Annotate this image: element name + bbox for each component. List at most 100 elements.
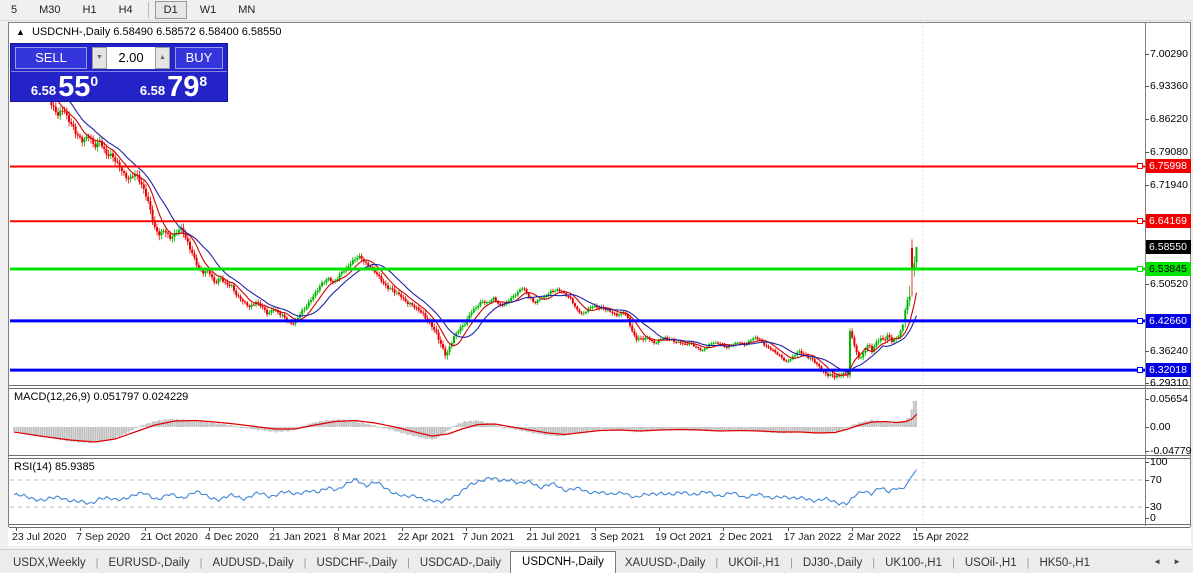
price-axis-tick [1145,382,1149,384]
price-axis-label: 70 [1150,474,1162,486]
date-label: 23 Jul 2020 [12,531,67,543]
date-label: 7 Jun 2021 [462,531,515,543]
price-axis-tick [1145,518,1149,519]
date-axis: 23 Jul 2020 7 Sep 2020 21 Oct 2020 4 Dec 20… [8,527,1191,546]
price-axis-label: 0 [1150,512,1156,524]
price-axis-label: 6.36240 [1150,344,1188,357]
tab-item-xauusd-[interactable]: XAUUSD-,Daily [616,554,715,573]
timeframe-button-mn[interactable]: MN [229,1,264,19]
buy-button[interactable]: BUY [175,46,223,69]
date-label: 4 Dec 2020 [204,531,259,543]
price-axis-label: 6.71940 [1150,179,1188,192]
level-line-handle[interactable] [1137,317,1143,324]
sell-button[interactable]: SELL [15,46,87,69]
rsi-pane-label: RSI(14) 85.9385 [14,461,95,473]
level-line-handle[interactable] [1137,218,1143,225]
price-axis-tick [1145,427,1149,428]
tab-item-eurusd-[interactable]: EURUSD-,Daily [100,554,199,573]
timeframe-toolbar: 5 M30 H1 H4 D1 W1 MN [0,0,1193,21]
price-axis-label: 0.05654 [1150,392,1188,405]
one-click-trade-panel: SELL ▼ ▲ BUY 6.58 55 0 6.58 79 8 [10,43,228,102]
date-label: 21 Jan 2021 [269,531,327,543]
date-label: 21 Jul 2021 [526,531,581,543]
pane-separator[interactable] [9,385,1190,389]
price-axis-tick [1145,152,1149,154]
level-line-handle[interactable] [1137,163,1143,170]
date-label: 15 Apr 2022 [912,531,969,543]
price-axis-tick [1145,450,1149,452]
timeframe-button-w1[interactable]: W1 [191,1,226,19]
tab-item-usdcnh-[interactable]: USDCNH-,Daily [510,551,616,573]
price-axis-tick [1145,86,1149,88]
price-axis-tick [1145,462,1149,463]
trade-panel-price-row: 6.58 55 0 6.58 79 8 [11,72,227,102]
price-axis-tick [1145,185,1149,187]
tab-scroll-right-button[interactable]: ► [1167,553,1187,570]
tab-item-uk100-[interactable]: UK100-,H1 [876,554,951,573]
price-axis-label: 7.00290 [1150,48,1188,60]
tab-item-ukoil-[interactable]: UKOil-,H1 [719,554,789,573]
date-label: 3 Sep 2021 [590,531,645,543]
volume-decrease-button[interactable]: ▼ [92,46,107,69]
level-line-handle[interactable] [1137,266,1143,273]
tab-scroll-buttons: ◄ ► [1147,550,1193,573]
tab-item-usdx[interactable]: USDX,Weekly [4,554,95,573]
timeframe-button-h1[interactable]: H1 [74,1,106,19]
timeframe-button-d1[interactable]: D1 [154,1,187,19]
tab-item-usdcad-[interactable]: USDCAD-,Daily [411,554,510,573]
tab-item-dj30-[interactable]: DJ30-,Daily [794,554,871,573]
price-axis-label: 6.79080 [1150,146,1188,159]
timeframe-button-h4[interactable]: H4 [110,1,142,19]
price-level-badge: 6.53845 [1146,262,1191,277]
arrow-down-icon: ▼ [96,54,103,61]
price-level-badge: 6.42660 [1146,313,1191,328]
price-axis-label: 6.86220 [1150,113,1188,126]
bid-price-big: 55 [58,71,91,103]
price-level-badge: 6.32018 [1146,363,1191,378]
volume-input[interactable] [107,46,155,69]
timeframe-button-m30[interactable]: M30 [30,1,69,19]
price-axis-label: 6.29310 [1150,376,1188,389]
price-axis-tick [1145,350,1149,352]
price-axis-tick [1145,480,1149,481]
ask-price-big: 79 [167,71,200,103]
date-label: 7 Sep 2020 [76,531,131,543]
symbol-triangle-icon: ▲ [16,27,25,37]
price-axis: 7.00290 6.93360 6.86220 6.79080 6.71940 6.505… [1145,22,1191,546]
price-level-badge: 6.64169 [1146,214,1191,229]
tab-item-audusd-[interactable]: AUDUSD-,Daily [204,554,303,573]
price-axis-label: 100 [1150,456,1168,468]
tab-item-usoil-[interactable]: USOil-,H1 [956,554,1026,573]
macd-pane-label: MACD(12,26,9) 0.051797 0.024229 [14,391,189,403]
price-level-badge: 6.58550 [1146,240,1191,255]
ask-price[interactable]: 6.58 79 8 [120,72,227,102]
trade-panel-top-row: SELL ▼ ▲ BUY [11,44,227,72]
mt4-window: { "toolbar": { "timeframes": ["5", "M30"… [0,0,1193,573]
tab-scroll-left-button[interactable]: ◄ [1147,553,1167,570]
timeframe-button-5[interactable]: 5 [2,1,26,19]
tab-item-usdchf-[interactable]: USDCHF-,Daily [308,554,407,573]
price-axis-tick [1145,284,1149,286]
arrow-up-icon: ▲ [159,54,166,61]
toolbar-separator [147,2,149,18]
bid-price[interactable]: 6.58 55 0 [11,72,118,102]
pane-separator [9,524,1190,528]
date-label: 21 Oct 2020 [140,531,198,543]
volume-increase-button[interactable]: ▲ [155,46,170,69]
price-level-badge: 6.75998 [1146,159,1191,174]
price-axis-tick [1145,119,1149,121]
price-axis-tick [1145,507,1149,508]
price-axis-label: 6.93360 [1150,80,1188,93]
tab-item-hk50-[interactable]: HK50-,H1 [1031,554,1100,573]
pane-separator[interactable] [9,455,1190,459]
date-label: 17 Jan 2022 [783,531,842,543]
price-axis-tick [1145,398,1149,400]
ohlc-header: ▲ USDCNH-,Daily 6.58490 6.58572 6.58400 … [16,26,282,38]
date-label: 8 Mar 2021 [333,531,387,543]
bid-price-sup: 0 [90,73,99,89]
price-axis-tick [1145,54,1149,55]
date-label: 2 Dec 2021 [719,531,774,543]
rsi-line [13,469,917,506]
macd-layer [13,400,917,444]
level-line-handle[interactable] [1137,367,1143,374]
